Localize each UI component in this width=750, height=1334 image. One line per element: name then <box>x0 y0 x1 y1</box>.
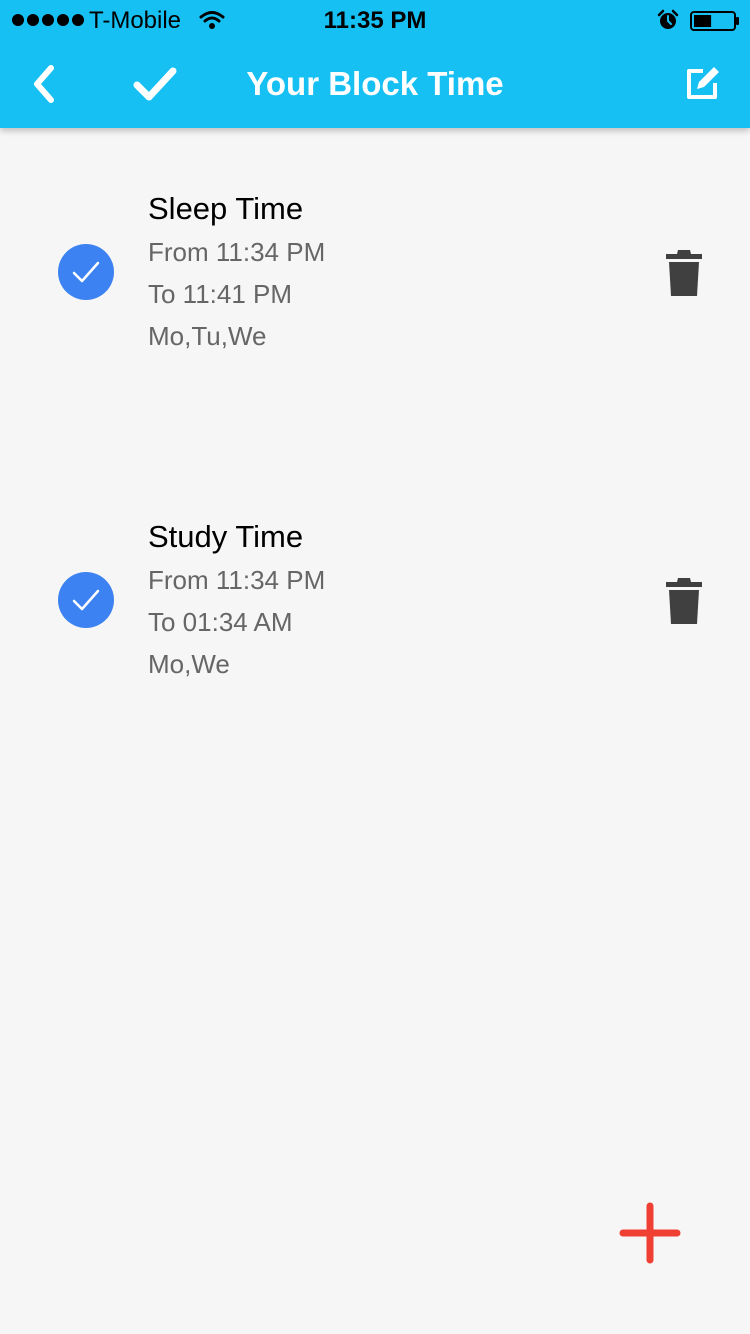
edit-button[interactable] <box>676 40 728 128</box>
enabled-check-button[interactable] <box>58 244 114 300</box>
block-time-name: Sleep Time <box>148 191 304 226</box>
block-time-from: From 11:34 PM <box>148 237 326 267</box>
block-time-days: Mo,Tu,We <box>148 321 267 351</box>
block-time-to: To 11:41 PM <box>148 279 293 309</box>
alarm-icon <box>657 9 679 29</box>
battery-icon <box>690 11 739 31</box>
back-button[interactable] <box>18 40 70 128</box>
checkmark-icon <box>72 261 100 283</box>
block-time-to: To 01:34 AM <box>148 607 293 637</box>
block-time-from: From 11:34 PM <box>148 565 326 595</box>
done-button[interactable] <box>126 40 184 128</box>
edit-icon <box>687 67 719 99</box>
delete-button[interactable] <box>662 247 706 299</box>
top-bar: T-Mobile 11:35 PM Your Block Time <box>0 0 750 128</box>
status-bar: T-Mobile 11:35 PM <box>0 0 750 40</box>
add-block-time-button[interactable] <box>614 1197 686 1269</box>
trash-icon <box>666 250 702 296</box>
chevron-left-icon <box>34 65 54 103</box>
plus-icon <box>619 1202 681 1264</box>
trash-icon <box>666 578 702 624</box>
page-title: Your Block Time <box>246 65 504 102</box>
block-time-item-sleep[interactable]: Sleep Time From 11:34 PM To 11:41 PM Mo,… <box>0 174 750 364</box>
enabled-check-button[interactable] <box>58 572 114 628</box>
block-time-item-study[interactable]: Study Time From 11:34 PM To 01:34 AM Mo,… <box>0 502 750 692</box>
status-time: 11:35 PM <box>323 7 427 34</box>
delete-button[interactable] <box>662 575 706 627</box>
checkmark-icon <box>72 589 100 611</box>
navigation-bar: Your Block Time <box>0 40 750 128</box>
checkmark-icon <box>133 67 177 101</box>
block-time-days: Mo,We <box>148 649 230 679</box>
block-time-name: Study Time <box>148 519 304 554</box>
